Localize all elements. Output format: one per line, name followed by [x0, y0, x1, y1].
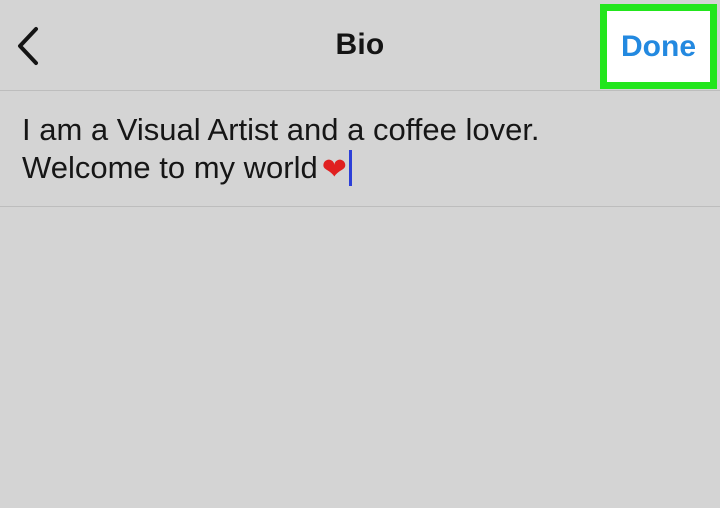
back-button[interactable]: [8, 18, 48, 74]
bio-field[interactable]: I am a Visual Artist and a coffee lover.…: [0, 91, 720, 207]
bio-text[interactable]: I am a Visual Artist and a coffee lover.…: [22, 111, 702, 189]
done-button[interactable]: Done: [607, 11, 710, 82]
navigation-bar: Bio Done: [0, 0, 720, 91]
chevron-left-icon: [18, 27, 38, 65]
bio-edit-screen: Bio Done I am a Visual Artist and a coff…: [0, 0, 720, 508]
bio-line-2-text: Welcome to my world: [22, 150, 318, 185]
bio-line-2: Welcome to my world ❤: [22, 149, 702, 189]
bio-line-1: I am a Visual Artist and a coffee lover.: [22, 112, 540, 147]
done-button-highlight: Done: [600, 4, 717, 89]
text-cursor: [348, 150, 352, 186]
heart-icon: ❤: [321, 153, 347, 186]
